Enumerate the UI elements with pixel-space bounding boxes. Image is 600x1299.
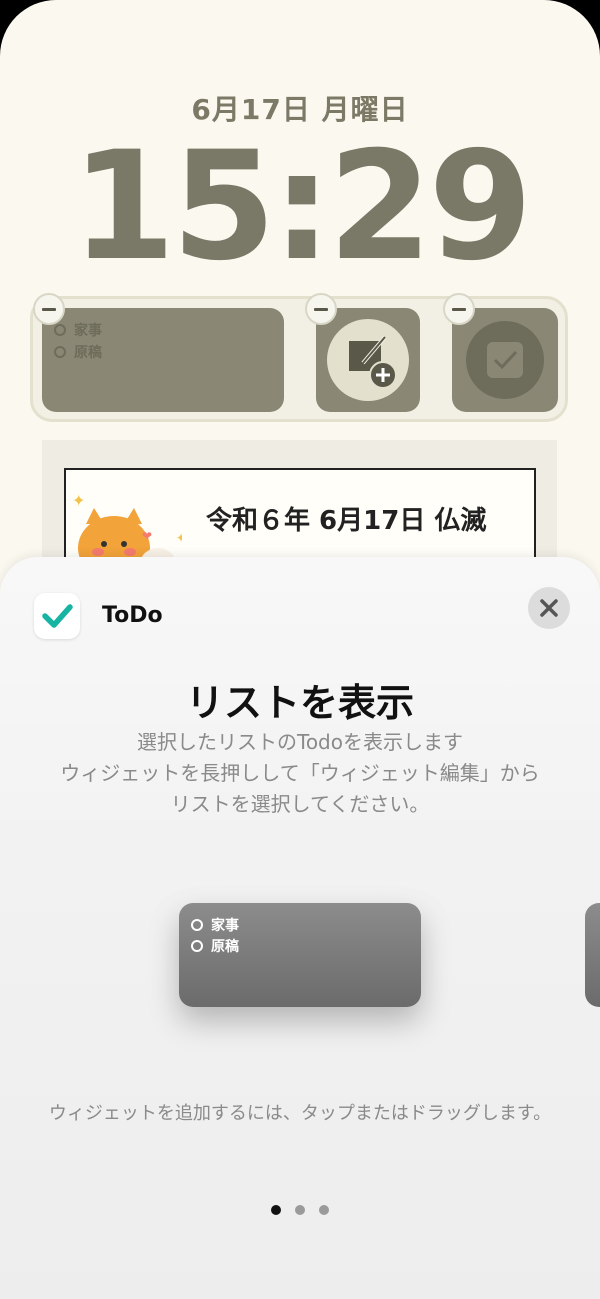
todo-widget-item-label: 原稿: [74, 345, 102, 361]
sheet-description: 選択したリストのTodoを表示します ウィジェットを長押しして「ウィジェット編集…: [0, 727, 600, 820]
preview-item-label: 原稿: [211, 939, 239, 955]
circle-icon: [191, 940, 203, 952]
todo-widget[interactable]: 家事 原稿: [42, 308, 284, 412]
calendar-date-text: 令和６年 6月17日 仏滅: [206, 506, 487, 536]
close-button[interactable]: [528, 587, 570, 629]
remove-widget-button[interactable]: [33, 293, 65, 325]
close-icon: [540, 599, 558, 617]
todo-widget-item: 家事: [54, 320, 102, 340]
checkbox-icon: [466, 321, 544, 399]
lock-screen: 6月17日 月曜日 15:29 家事 原稿 ✦ ✦ ❤ 令和６年 6月17日 仏…: [0, 0, 600, 1299]
lockscreen-time: 15:29: [71, 120, 532, 294]
page-dot[interactable]: [295, 1205, 305, 1215]
preview-item-label: 家事: [211, 918, 239, 934]
todo-widget-item: 原稿: [54, 342, 102, 362]
check-widget[interactable]: [452, 308, 558, 412]
next-widget-preview[interactable]: [585, 903, 600, 1007]
circle-icon: [54, 346, 66, 358]
widget-preview[interactable]: 家事 原稿: [179, 903, 421, 1007]
preview-item: 家事: [191, 915, 239, 935]
note-widget[interactable]: [316, 308, 420, 412]
circle-icon: [191, 919, 203, 931]
todo-app-icon: [34, 593, 80, 639]
note-add-icon: [327, 319, 409, 401]
preview-item: 原稿: [191, 936, 239, 956]
page-indicator[interactable]: [0, 1205, 600, 1215]
add-widget-hint: ウィジェットを追加するには、タップまたはドラッグします。: [48, 1103, 552, 1124]
page-dot[interactable]: [319, 1205, 329, 1215]
remove-widget-button[interactable]: [443, 293, 475, 325]
page-dot[interactable]: [271, 1205, 281, 1215]
svg-text:❤: ❤: [142, 529, 152, 543]
svg-text:✦: ✦: [176, 531, 182, 545]
sheet-title: リストを表示: [185, 681, 414, 725]
app-name: ToDo: [102, 603, 163, 628]
circle-icon: [54, 324, 66, 336]
todo-widget-item-label: 家事: [74, 323, 102, 339]
description-line: リストを選択してください。: [170, 792, 430, 816]
description-line: 選択したリストのTodoを表示します: [137, 730, 463, 754]
description-line: ウィジェットを長押しして「ウィジェット編集」から: [60, 761, 540, 785]
remove-widget-button[interactable]: [305, 293, 337, 325]
svg-text:✦: ✦: [72, 491, 85, 510]
widget-gallery-sheet: ToDo リストを表示 選択したリストのTodoを表示します ウィジェットを長押…: [0, 557, 600, 1299]
